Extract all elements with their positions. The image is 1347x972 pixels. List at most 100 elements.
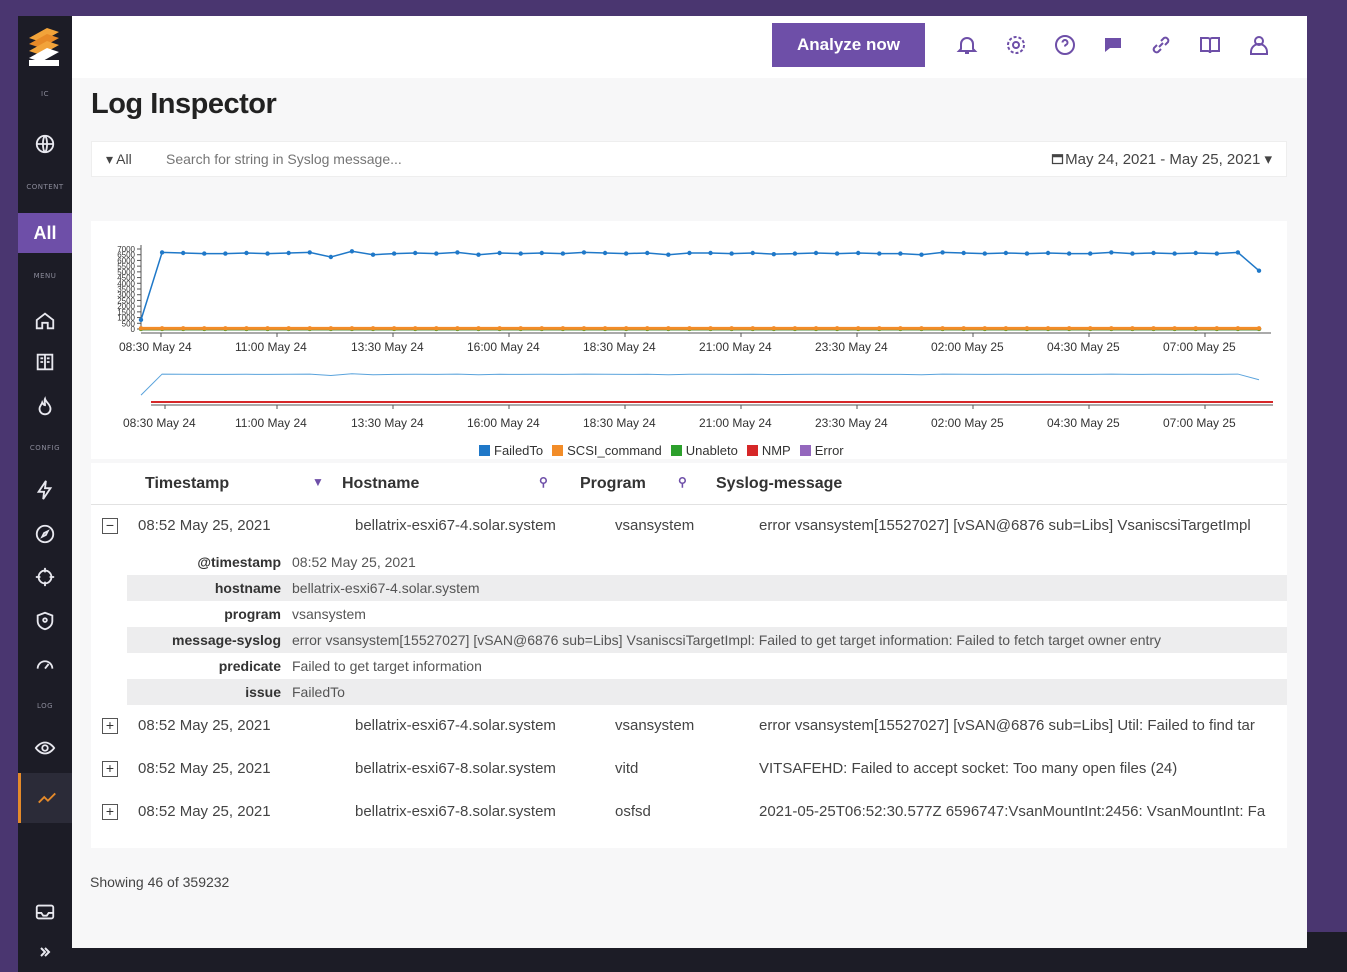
chevron-right-icon[interactable] — [18, 932, 72, 972]
table-row[interactable]: + 08:52 May 25, 2021 bellatrix-esxi67-8.… — [91, 791, 1287, 833]
data-point — [771, 251, 777, 257]
row-program: osfsd — [615, 803, 651, 820]
inbox-icon[interactable] — [18, 897, 72, 927]
data-point — [138, 326, 144, 331]
user-icon[interactable] — [1247, 33, 1271, 57]
results-count: Showing 46 of 359232 — [90, 874, 230, 890]
eye-icon[interactable] — [18, 733, 72, 763]
legend-item[interactable]: Error — [799, 443, 844, 458]
legend-item[interactable]: SCSI_command — [552, 443, 662, 458]
data-point — [307, 326, 312, 331]
data-point — [349, 326, 355, 331]
table-row[interactable]: + 08:52 May 25, 2021 bellatrix-esxi67-4.… — [91, 705, 1287, 747]
legend-item[interactable]: Unableto — [670, 443, 738, 458]
hostname-search-icon[interactable]: ⚲ — [539, 475, 548, 489]
data-point — [307, 250, 312, 255]
data-point — [834, 251, 840, 256]
detail-value: Failed to get target information — [292, 658, 482, 674]
data-point — [349, 249, 355, 254]
data-point — [1003, 326, 1009, 331]
date-range-label: May 24, 2021 - May 25, 2021 ▾ — [1065, 151, 1272, 168]
data-point — [771, 326, 777, 331]
crosshair-icon[interactable] — [18, 562, 72, 592]
globe-icon[interactable] — [18, 129, 72, 159]
column-timestamp[interactable]: Timestamp — [145, 475, 229, 493]
data-point — [898, 326, 903, 331]
gauge-icon[interactable] — [18, 649, 72, 679]
search-input[interactable] — [166, 151, 816, 167]
compass-icon[interactable] — [18, 519, 72, 549]
sidebar-section-menu: MENU — [33, 272, 57, 280]
data-point — [518, 326, 523, 331]
column-hostname[interactable]: Hostname — [342, 475, 419, 493]
detail-timestamp: @timestamp 08:52 May 25, 2021 — [127, 549, 1287, 575]
help-icon[interactable] — [1053, 33, 1077, 57]
trend-icon[interactable] — [18, 773, 72, 823]
row-hostname: bellatrix-esxi67-8.solar.system — [355, 760, 556, 777]
data-point — [413, 326, 418, 331]
data-point — [623, 251, 629, 256]
gear-icon[interactable] — [1004, 33, 1028, 57]
x-tick-label: 16:00 May 24 — [467, 340, 540, 354]
data-point — [223, 326, 228, 331]
column-program[interactable]: Program — [580, 475, 646, 493]
legend-item[interactable]: FailedTo — [479, 443, 543, 458]
sidebar-item-all[interactable]: All — [18, 213, 72, 253]
data-point — [560, 326, 566, 331]
data-point — [328, 326, 334, 331]
nav-tick-label: 18:30 May 24 — [583, 416, 656, 430]
log-volume-chart: 0500100015002000250030003500400045005000… — [117, 245, 1273, 430]
data-point — [1214, 251, 1220, 256]
row-program: vsansystem — [615, 717, 695, 734]
detail-hostname: hostname bellatrix-esxi67-4.solar.system — [127, 575, 1287, 601]
detail-value: bellatrix-esxi67-4.solar.system — [292, 580, 480, 596]
legend-swatch — [799, 445, 811, 456]
data-point — [413, 250, 418, 256]
search-bar: ▾ All May 24, 2021 - May 25, 2021 ▾ — [91, 141, 1287, 177]
shield-icon[interactable] — [18, 606, 72, 636]
data-point — [1045, 326, 1051, 331]
data-point — [623, 326, 629, 331]
book-icon[interactable] — [1198, 33, 1222, 57]
legend-item[interactable]: NMP — [746, 443, 791, 458]
expand-icon[interactable]: + — [102, 804, 118, 820]
legend-swatch — [479, 445, 490, 456]
home-icon[interactable] — [18, 306, 72, 336]
link-icon[interactable] — [1149, 33, 1173, 57]
data-point — [434, 326, 439, 331]
bell-icon[interactable] — [955, 33, 979, 57]
detail-message-syslog: message-syslog error vsansystem[15527027… — [127, 627, 1287, 653]
data-point — [265, 251, 270, 256]
date-range-picker[interactable]: May 24, 2021 - May 25, 2021 ▾ — [1050, 150, 1272, 168]
program-search-icon[interactable]: ⚲ — [678, 475, 687, 489]
x-tick-label: 02:00 May 25 — [931, 340, 1004, 354]
analyze-now-button[interactable]: Analyze now — [772, 23, 925, 67]
data-point — [1151, 326, 1156, 331]
data-point — [1024, 251, 1030, 256]
logo-icon — [29, 28, 59, 66]
data-point — [645, 250, 650, 256]
data-point — [877, 251, 882, 256]
data-point — [159, 326, 165, 331]
data-point — [581, 326, 587, 331]
table-row[interactable]: + 08:52 May 25, 2021 bellatrix-esxi67-8.… — [91, 748, 1287, 790]
detail-key: predicate — [218, 658, 281, 674]
collapse-icon[interactable]: − — [102, 518, 118, 534]
column-syslog-message[interactable]: Syslog-message — [716, 475, 842, 493]
bolt-icon[interactable] — [18, 475, 72, 505]
sort-desc-icon[interactable]: ▼ — [312, 475, 324, 489]
data-point — [180, 250, 186, 256]
expand-icon[interactable]: + — [102, 718, 118, 734]
expand-icon[interactable]: + — [102, 761, 118, 777]
chat-icon[interactable] — [1101, 33, 1125, 57]
flame-icon[interactable] — [18, 392, 72, 422]
detail-value: vsansystem — [292, 606, 366, 622]
row-message: error vsansystem[15527027] [vSAN@6876 su… — [759, 717, 1255, 734]
book-icon[interactable] — [18, 347, 72, 377]
data-point — [856, 250, 861, 256]
data-point — [1088, 326, 1093, 331]
nav-tick-label: 11:00 May 24 — [235, 416, 307, 430]
data-point — [708, 250, 713, 256]
table-row-expanded[interactable]: − 08:52 May 25, 2021 bellatrix-esxi67-4.… — [91, 505, 1287, 547]
filter-dropdown[interactable]: ▾ All — [106, 151, 166, 168]
